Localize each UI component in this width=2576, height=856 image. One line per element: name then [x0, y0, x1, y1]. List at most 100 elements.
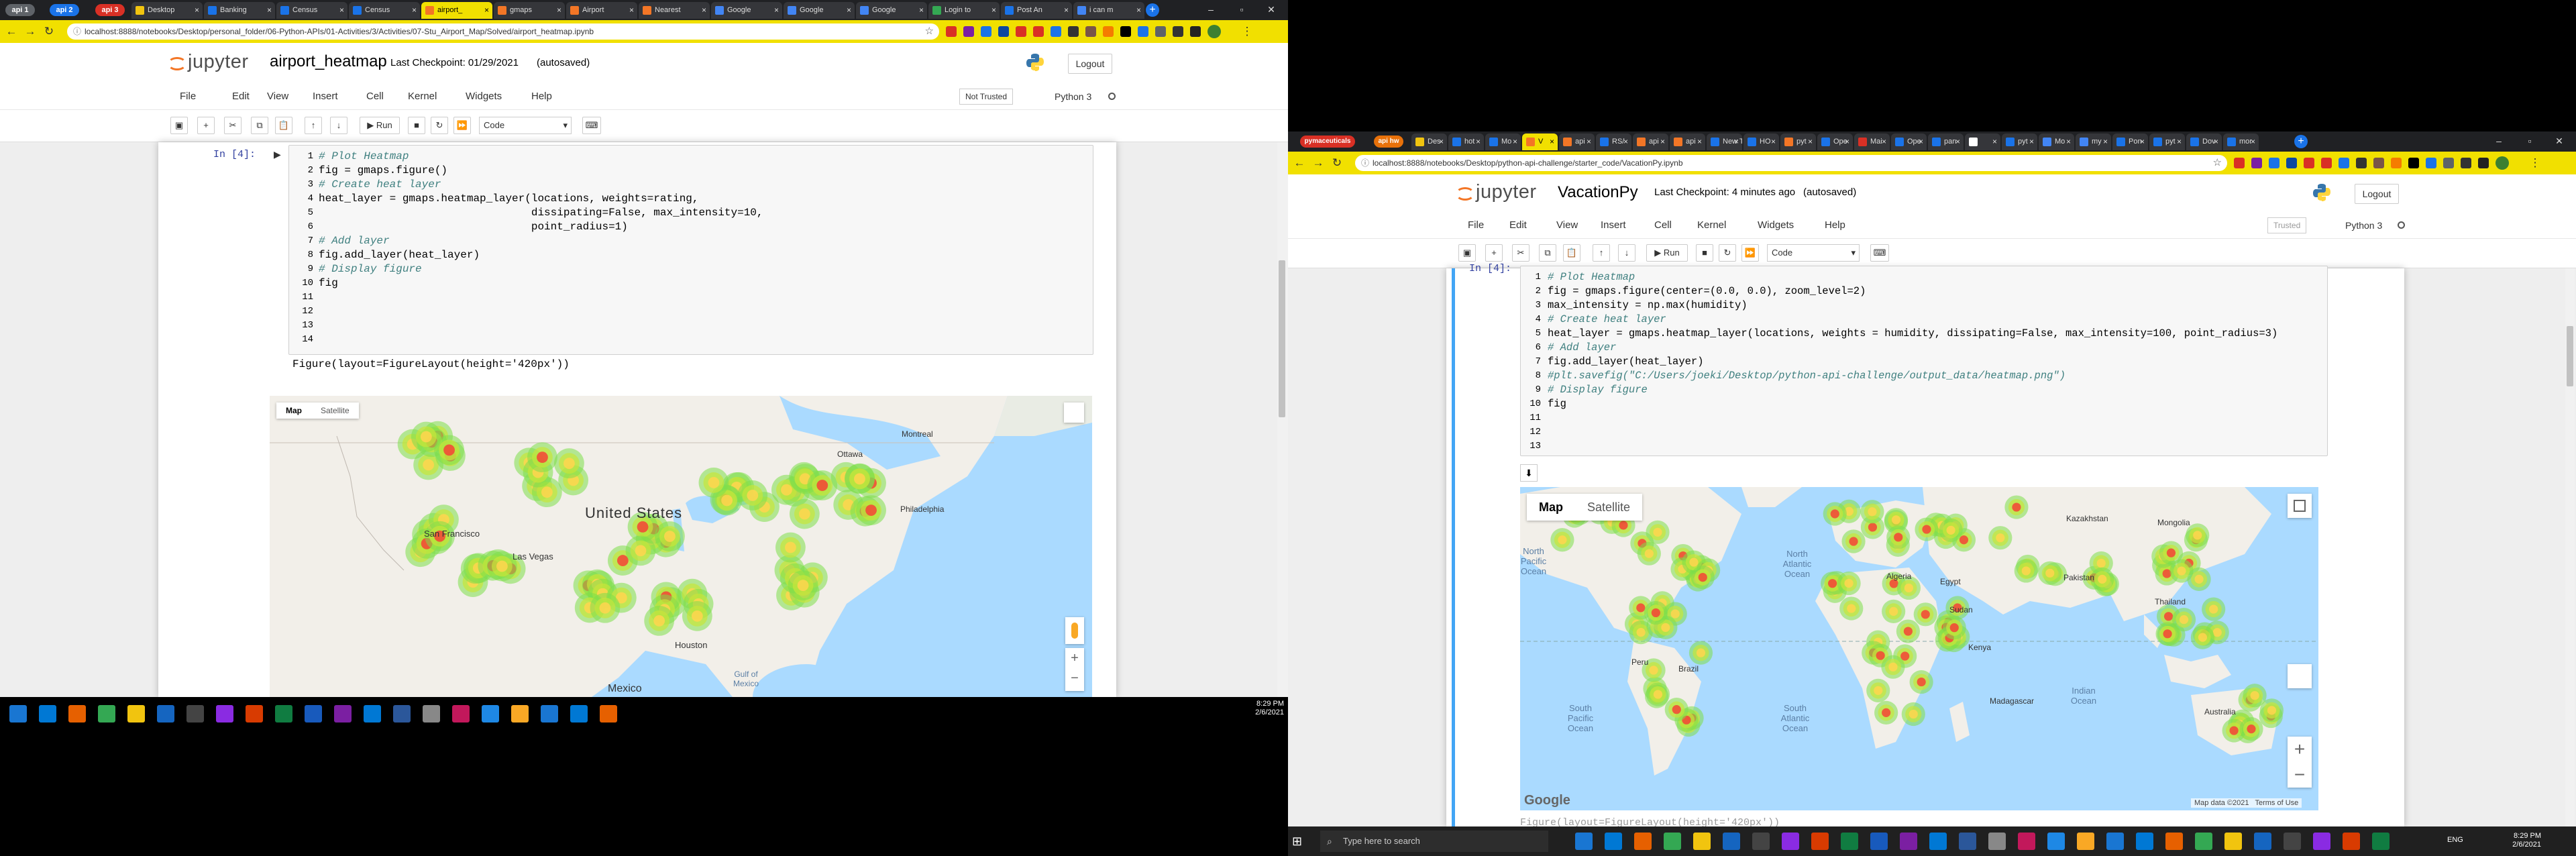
- taskbar-app-icon[interactable]: [1752, 833, 1770, 850]
- browser-tab[interactable]: Ope ×: [1817, 133, 1853, 150]
- taskbar-app-icon[interactable]: [1900, 833, 1917, 850]
- taskbar-app-icon[interactable]: [511, 705, 529, 723]
- browser-tab[interactable]: Mo ×: [1485, 133, 1521, 150]
- copy-icon[interactable]: ⧉: [1539, 244, 1556, 262]
- browser-tab[interactable]: i can m ×: [1073, 2, 1144, 19]
- insert-cell-icon[interactable]: +: [197, 117, 215, 134]
- taskbar-app-icon[interactable]: [364, 705, 381, 723]
- taskbar-app-icon[interactable]: [541, 705, 558, 723]
- extension-icon[interactable]: [1155, 26, 1166, 37]
- tab-group-api3[interactable]: api 3: [95, 4, 125, 16]
- extension-icon[interactable]: [1138, 26, 1148, 37]
- tab-close-icon[interactable]: ×: [919, 2, 924, 19]
- taskbar-app-icon[interactable]: [39, 705, 56, 723]
- browser-tab[interactable]: my ×: [2076, 133, 2111, 150]
- extension-icon[interactable]: [2251, 158, 2262, 168]
- tab-close-icon[interactable]: ×: [412, 2, 417, 19]
- extension-icon[interactable]: [1120, 26, 1131, 37]
- bookmark-star-icon[interactable]: ☆: [925, 23, 934, 40]
- taskbar-app-icon[interactable]: [2343, 833, 2360, 850]
- forward-icon[interactable]: →: [1312, 157, 1324, 169]
- taskbar-app-icon[interactable]: [1575, 833, 1593, 850]
- minimize-icon[interactable]: –: [1201, 0, 1221, 19]
- logout-button[interactable]: Logout: [1068, 54, 1112, 74]
- extension-icon[interactable]: [1173, 26, 1183, 37]
- extension-icon[interactable]: [2461, 158, 2471, 168]
- move-up-icon[interactable]: ↑: [305, 117, 322, 134]
- menu-edit[interactable]: Edit: [232, 91, 250, 102]
- browser-tab[interactable]: Pon ×: [2112, 133, 2148, 150]
- taskbar-app-icon[interactable]: [1605, 833, 1622, 850]
- browser-tab[interactable]: gmaps ×: [494, 2, 565, 19]
- jupyter-logo[interactable]: jupyter: [1456, 181, 1537, 203]
- tab-close-icon[interactable]: ×: [1955, 133, 1960, 150]
- taskbar-app-icon[interactable]: [393, 705, 411, 723]
- taskbar-app-icon[interactable]: [423, 705, 440, 723]
- tab-close-icon[interactable]: ×: [1734, 133, 1739, 150]
- tab-close-icon[interactable]: ×: [557, 2, 561, 19]
- menu-insert[interactable]: Insert: [1601, 219, 1626, 231]
- map-type-satellite[interactable]: Satellite: [311, 403, 359, 419]
- fullscreen-icon[interactable]: [1064, 403, 1084, 423]
- extension-icon[interactable]: [2356, 158, 2367, 168]
- tab-close-icon[interactable]: ×: [629, 2, 634, 19]
- tab-close-icon[interactable]: ×: [2140, 133, 2145, 150]
- command-palette-icon[interactable]: ⌨: [582, 117, 601, 134]
- taskbar-app-icon[interactable]: [2313, 833, 2330, 850]
- map-type-map[interactable]: Map: [1527, 494, 1575, 521]
- profile-avatar[interactable]: [1208, 25, 1221, 38]
- tab-group-api-hw[interactable]: api hw: [1374, 136, 1403, 148]
- bookmark-star-icon[interactable]: ☆: [2213, 155, 2222, 171]
- taskbar-clock[interactable]: 8:29 PM 2/6/2021: [1234, 700, 1284, 717]
- menu-view[interactable]: View: [1556, 219, 1578, 231]
- save-icon[interactable]: ▣: [1458, 244, 1476, 262]
- tab-close-icon[interactable]: ×: [2214, 133, 2218, 150]
- reload-icon[interactable]: ↻: [1331, 157, 1343, 169]
- move-down-icon[interactable]: ↓: [330, 117, 347, 134]
- taskbar-app-icon[interactable]: [246, 705, 263, 723]
- browser-tab[interactable]: pan ×: [1928, 133, 1964, 150]
- tab-close-icon[interactable]: ×: [1550, 133, 1554, 150]
- menu-cell[interactable]: Cell: [1654, 219, 1672, 231]
- tab-close-icon[interactable]: ×: [1808, 133, 1813, 150]
- zoom-in-icon[interactable]: +: [1065, 648, 1084, 668]
- interrupt-icon[interactable]: ■: [1696, 244, 1713, 262]
- restart-run-all-icon[interactable]: ⏩: [453, 117, 471, 134]
- browser-tab[interactable]: V ×: [1522, 133, 1558, 150]
- taskbar-app-icon[interactable]: [1929, 833, 1947, 850]
- heatmap-world[interactable]: Map Satellite + − North Atlantic Ocean N…: [1520, 487, 2318, 810]
- taskbar-app-icon[interactable]: [1782, 833, 1799, 850]
- kernel-name[interactable]: Python 3: [1055, 91, 1091, 102]
- browser-tab[interactable]: airport_ ×: [421, 2, 492, 19]
- tab-close-icon[interactable]: ×: [2103, 133, 2108, 150]
- taskbar-app-icon[interactable]: [9, 705, 27, 723]
- menu-insert[interactable]: Insert: [313, 91, 338, 102]
- extension-icon[interactable]: [2391, 158, 2402, 168]
- menu-widgets[interactable]: Widgets: [466, 91, 502, 102]
- tab-close-icon[interactable]: ×: [1919, 133, 1923, 150]
- tab-close-icon[interactable]: ×: [1513, 133, 1517, 150]
- maximize-icon[interactable]: ▫: [2520, 131, 2540, 150]
- browser-tab[interactable]: Ope ×: [1891, 133, 1927, 150]
- url-field[interactable]: ⓘ localhost:8888/notebooks/Desktop/perso…: [67, 23, 939, 40]
- taskbar-app-icon[interactable]: [2254, 833, 2271, 850]
- tab-close-icon[interactable]: ×: [1660, 133, 1665, 150]
- browser-tab[interactable]: ×: [1965, 133, 2000, 150]
- extension-icon[interactable]: [998, 26, 1009, 37]
- browser-tab[interactable]: New Tab×: [1707, 133, 1742, 150]
- close-window-icon[interactable]: ✕: [2549, 131, 2569, 150]
- taskbar-app-icon[interactable]: [1664, 833, 1681, 850]
- tab-group-api2[interactable]: api 2: [50, 4, 79, 16]
- browser-tab[interactable]: mor ×: [2223, 133, 2259, 150]
- run-button[interactable]: ▶ Run: [360, 117, 400, 134]
- extension-icon[interactable]: [1103, 26, 1114, 37]
- extensions-puzzle-icon[interactable]: [1190, 26, 1201, 37]
- menu-view[interactable]: View: [267, 91, 288, 102]
- extension-icon[interactable]: [1068, 26, 1079, 37]
- browser-tab[interactable]: pyt ×: [2149, 133, 2185, 150]
- collapse-output-icon[interactable]: ▶: [274, 149, 281, 160]
- browser-tab[interactable]: Des ×: [1411, 133, 1447, 150]
- adblock-ext-icon[interactable]: [2234, 158, 2245, 168]
- taskbar-app-icon[interactable]: [1870, 833, 1888, 850]
- new-tab-button[interactable]: +: [2294, 135, 2308, 148]
